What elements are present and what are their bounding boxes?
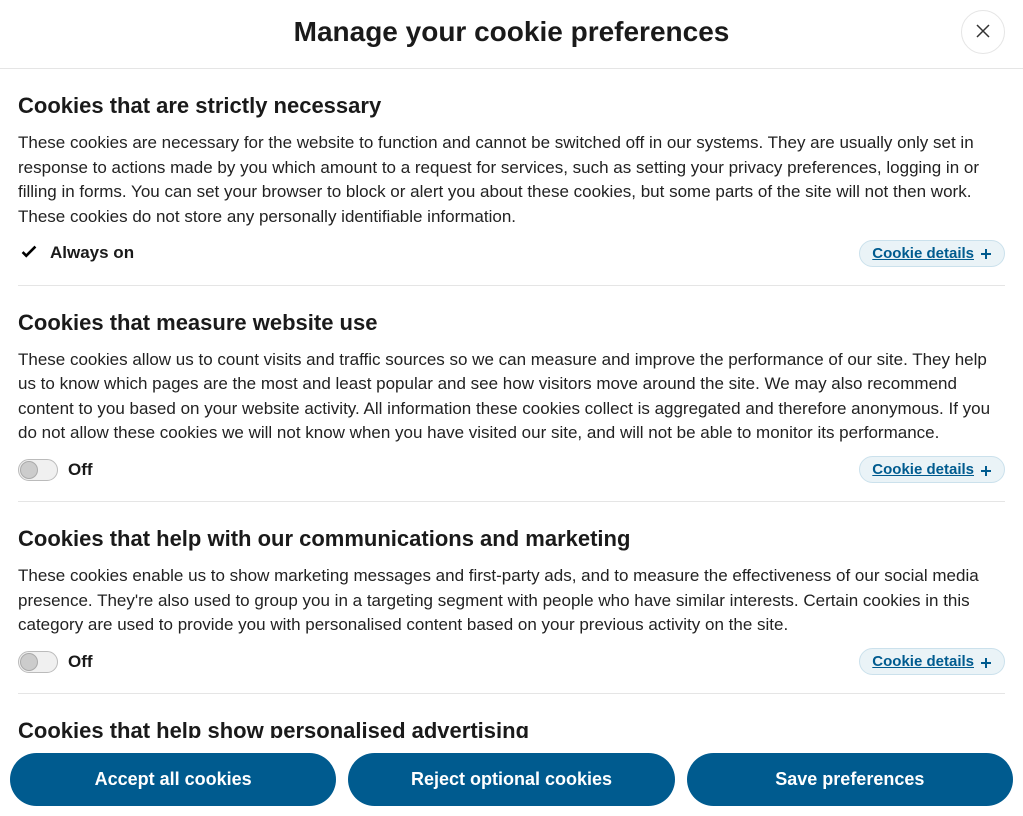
- plus-icon: [980, 247, 992, 259]
- section-title: Cookies that help show personalised adve…: [18, 718, 1005, 738]
- toggle-switch[interactable]: [18, 459, 58, 481]
- check-icon: [18, 242, 40, 264]
- details-label: Cookie details: [872, 245, 974, 262]
- section-title: Cookies that measure website use: [18, 310, 1005, 336]
- status-label: Off: [68, 460, 93, 480]
- details-label: Cookie details: [872, 653, 974, 670]
- dialog-header: Manage your cookie preferences: [0, 0, 1023, 69]
- section-controls-row: Always on Cookie details: [18, 240, 1005, 267]
- close-button[interactable]: [961, 10, 1005, 54]
- cookie-preferences-dialog: Manage your cookie preferences Cookies t…: [0, 0, 1023, 816]
- accept-all-button[interactable]: Accept all cookies: [10, 753, 336, 806]
- section-measure-use: Cookies that measure website use These c…: [18, 286, 1005, 503]
- toggle-switch[interactable]: [18, 651, 58, 673]
- section-controls-row: Off Cookie details: [18, 456, 1005, 483]
- dialog-footer: Accept all cookies Reject optional cooki…: [0, 738, 1023, 816]
- status-label: Off: [68, 652, 93, 672]
- section-personalised-advertising: Cookies that help show personalised adve…: [18, 694, 1005, 738]
- section-title: Cookies that help with our communication…: [18, 526, 1005, 552]
- status-toggle-wrap: Off: [18, 651, 93, 673]
- status-label: Always on: [50, 243, 134, 263]
- status-toggle-wrap: Off: [18, 459, 93, 481]
- section-controls-row: Off Cookie details: [18, 648, 1005, 675]
- plus-icon: [980, 656, 992, 668]
- cookie-details-button[interactable]: Cookie details: [859, 240, 1005, 267]
- close-icon: [974, 22, 992, 43]
- section-title: Cookies that are strictly necessary: [18, 93, 1005, 119]
- toggle-knob: [20, 461, 38, 479]
- cookie-details-button[interactable]: Cookie details: [859, 456, 1005, 483]
- section-description: These cookies enable us to show marketin…: [18, 564, 1005, 638]
- save-preferences-button[interactable]: Save preferences: [687, 753, 1013, 806]
- details-label: Cookie details: [872, 461, 974, 478]
- section-communications-marketing: Cookies that help with our communication…: [18, 502, 1005, 694]
- plus-icon: [980, 464, 992, 476]
- cookie-details-button[interactable]: Cookie details: [859, 648, 1005, 675]
- toggle-knob: [20, 653, 38, 671]
- status-always-on: Always on: [18, 242, 134, 264]
- section-description: These cookies allow us to count visits a…: [18, 348, 1005, 447]
- dialog-title: Manage your cookie preferences: [60, 16, 963, 48]
- dialog-content[interactable]: Cookies that are strictly necessary Thes…: [0, 69, 1023, 738]
- reject-optional-button[interactable]: Reject optional cookies: [348, 753, 674, 806]
- section-description: These cookies are necessary for the webs…: [18, 131, 1005, 230]
- section-strictly-necessary: Cookies that are strictly necessary Thes…: [18, 69, 1005, 286]
